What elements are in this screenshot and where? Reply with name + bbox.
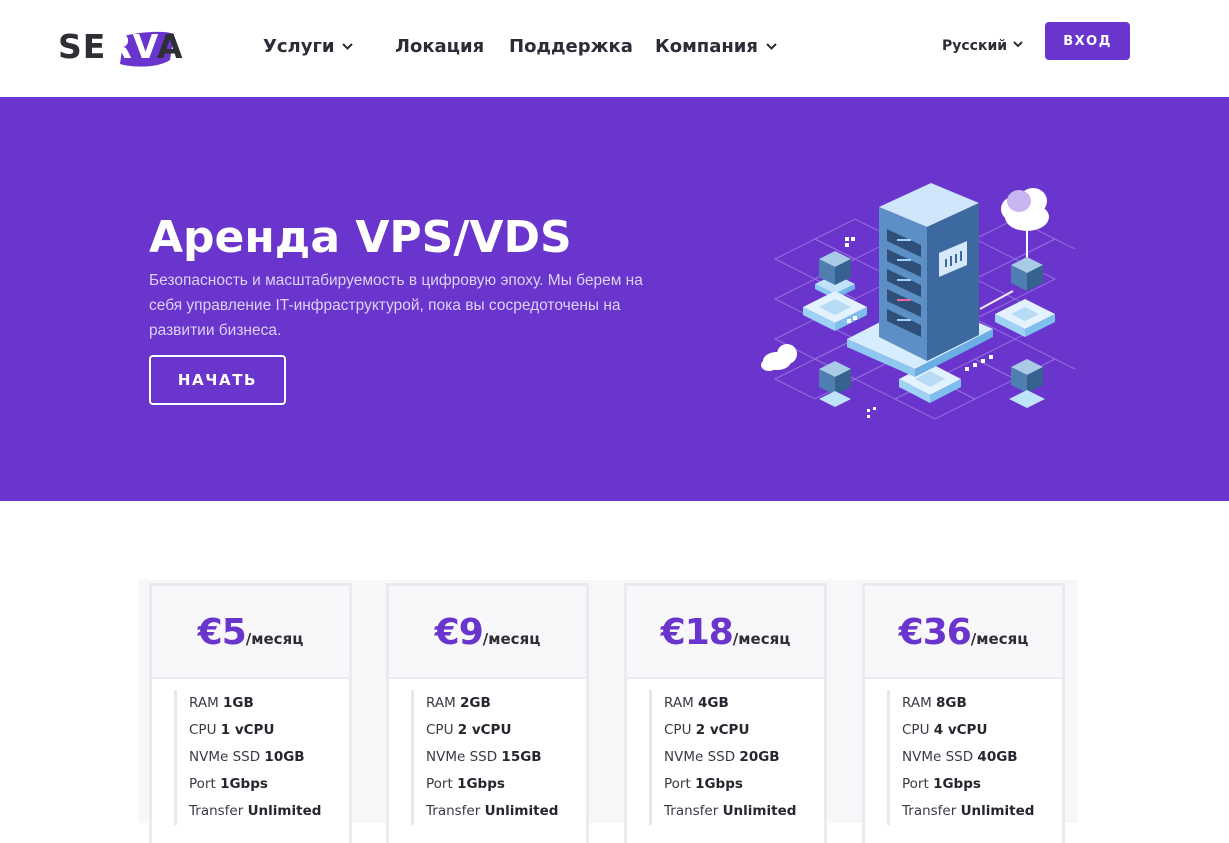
nav-item-location[interactable]: Локация [395,36,484,58]
plan-card-4[interactable]: €36/месяц RAM 8GB CPU 4 vCPU NVMe SSD 40… [862,583,1065,843]
spec-cpu: CPU 4 vCPU [902,722,988,738]
hero-subtitle: Безопасность и масштабируемость в цифров… [149,272,643,339]
plan-header: €18/месяц [627,586,824,679]
hero-section: Аренда VPS/VDS Безопасность и масштабиру… [0,97,1229,501]
nav-item-services[interactable]: Услуги [263,34,354,58]
chevron-down-icon [342,34,354,56]
plan-card-1[interactable]: €5/месяц RAM 1GB CPU 1 vCPU NVMe SSD 10G… [149,583,352,843]
chevron-down-icon [766,34,777,56]
price-period: /месяц [245,630,304,648]
plan-specs: RAM 1GB CPU 1 vCPU NVMe SSD 10GB Port 1G… [174,690,321,825]
price-period: /месяц [732,630,791,648]
plan-price: €5/месяц [152,612,349,653]
spec-transfer: Transfer Unlimited [426,803,559,819]
logo-text: SERVA [58,27,184,66]
server-rack-illustration [761,183,1075,420]
plan-price: €36/месяц [865,612,1062,653]
spec-port: Port 1Gbps [902,776,981,792]
spec-ssd: NVMe SSD 20GB [664,749,780,765]
spec-port: Port 1Gbps [426,776,505,792]
price-amount: €36 [898,612,972,653]
language-label: Русский [942,38,1008,54]
plan-card-3[interactable]: €18/месяц RAM 4GB CPU 2 vCPU NVMe SSD 20… [624,583,827,843]
spec-ram: RAM 1GB [189,695,254,711]
spec-ram: RAM 8GB [902,695,967,711]
spec-transfer: Transfer Unlimited [664,803,797,819]
price-period: /месяц [970,630,1029,648]
nav-item-label: Поддержка [509,36,633,57]
spec-ssd: NVMe SSD 40GB [902,749,1018,765]
price-period: /месяц [482,630,541,648]
price-amount: €5 [197,612,247,653]
spec-ssd: NVMe SSD 10GB [189,749,305,765]
spec-port: Port 1Gbps [189,776,268,792]
plan-specs: RAM 2GB CPU 2 vCPU NVMe SSD 15GB Port 1G… [411,690,558,825]
spec-ssd: NVMe SSD 15GB [426,749,542,765]
hero-title: Аренда VPS/VDS [149,212,572,263]
price-amount: €18 [660,612,734,653]
nav-item-support[interactable]: Поддержка [509,36,633,58]
spec-cpu: CPU 2 vCPU [664,722,750,738]
plan-header: €5/месяц [152,586,349,679]
spec-cpu: CPU 2 vCPU [426,722,512,738]
start-button[interactable]: НАЧАТЬ [149,355,286,405]
plan-price: €18/месяц [627,612,824,653]
serva-logo[interactable]: SERVA [58,28,198,68]
spec-port: Port 1Gbps [664,776,743,792]
spec-cpu: CPU 1 vCPU [189,722,275,738]
nav-item-company[interactable]: Компания [655,36,777,58]
spec-ram: RAM 2GB [426,695,491,711]
site-header: SERVA Услуги Локация Поддержка Компания … [0,0,1229,97]
chevron-down-icon [1013,36,1023,52]
plan-specs: RAM 4GB CPU 2 vCPU NVMe SSD 20GB Port 1G… [649,690,796,825]
plan-price: €9/месяц [389,612,586,653]
plan-header: €36/месяц [865,586,1062,679]
nav-item-label: Локация [395,36,485,57]
nav-item-label: Услуги [263,36,335,57]
spec-transfer: Transfer Unlimited [189,803,322,819]
plan-card-2[interactable]: €9/месяц RAM 2GB CPU 2 vCPU NVMe SSD 15G… [386,583,589,843]
spec-ram: RAM 4GB [664,695,729,711]
language-selector[interactable]: Русский [942,38,1023,54]
nav-item-label: Компания [655,36,758,57]
plan-specs: RAM 8GB CPU 4 vCPU NVMe SSD 40GB Port 1G… [887,690,1034,825]
login-button[interactable]: ВХОД [1045,22,1130,60]
price-amount: €9 [434,612,484,653]
spec-transfer: Transfer Unlimited [902,803,1035,819]
plan-header: €9/месяц [389,586,586,679]
